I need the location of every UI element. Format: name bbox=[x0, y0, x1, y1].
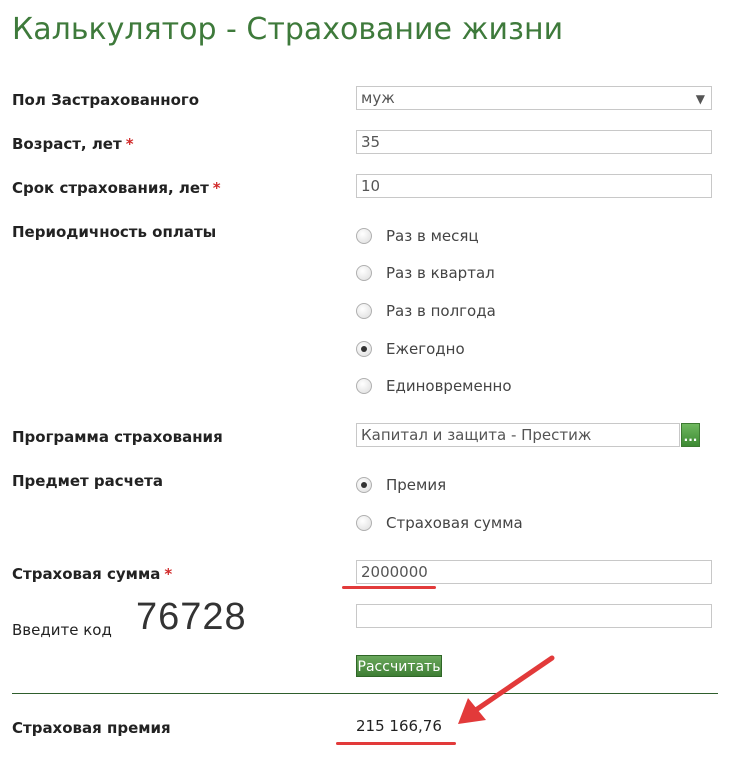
sum-insured-label-text: Страховая сумма bbox=[12, 565, 161, 583]
payment-option-label: Раз в месяц bbox=[386, 227, 479, 245]
captcha-label: Введите код bbox=[12, 621, 112, 639]
payment-option-single[interactable]: Единовременно bbox=[356, 375, 512, 397]
red-arrow-annotation-icon bbox=[458, 655, 555, 724]
calc-subject-option-label: Премия bbox=[386, 476, 447, 494]
premium-label: Страховая премия bbox=[12, 719, 171, 737]
radio-icon[interactable] bbox=[356, 303, 372, 319]
radio-checked-icon[interactable] bbox=[356, 477, 372, 493]
captcha-image: 76728 bbox=[136, 596, 247, 638]
divider bbox=[12, 693, 718, 694]
radio-checked-icon[interactable] bbox=[356, 341, 372, 357]
page-title: Калькулятор - Страхование жизни bbox=[12, 12, 564, 47]
calc-subject-option-sum[interactable]: Страховая сумма bbox=[356, 512, 523, 534]
age-label: Возраст, лет * bbox=[12, 135, 134, 153]
required-mark: * bbox=[164, 565, 173, 583]
term-label: Срок страхования, лет * bbox=[12, 179, 221, 197]
payment-option-label: Раз в квартал bbox=[386, 264, 495, 282]
payment-frequency-label: Периодичность оплаты bbox=[12, 223, 217, 241]
calculate-button[interactable]: Рассчитать bbox=[356, 655, 442, 677]
sum-insured-input[interactable]: 2000000 bbox=[356, 560, 712, 584]
program-label: Программа страхования bbox=[12, 428, 223, 446]
payment-option-label: Раз в полгода bbox=[386, 302, 496, 320]
required-mark: * bbox=[212, 179, 221, 197]
dropdown-arrow-icon: ▼ bbox=[695, 92, 705, 106]
required-mark: * bbox=[125, 135, 134, 153]
red-underline-annotation bbox=[342, 586, 436, 589]
radio-icon[interactable] bbox=[356, 228, 372, 244]
payment-option-quarterly[interactable]: Раз в квартал bbox=[356, 262, 495, 284]
radio-icon[interactable] bbox=[356, 378, 372, 394]
gender-label: Пол Застрахованного bbox=[12, 91, 200, 109]
program-input-value: Капитал и защита - Престиж bbox=[361, 426, 592, 444]
program-picker-button[interactable]: ... bbox=[681, 423, 700, 447]
payment-option-label: Единовременно bbox=[386, 377, 512, 395]
term-label-text: Срок страхования, лет bbox=[12, 179, 209, 197]
gender-select-value: муж bbox=[361, 89, 395, 107]
sum-insured-label: Страховая сумма * bbox=[12, 565, 172, 583]
payment-option-label: Ежегодно bbox=[386, 340, 465, 358]
radio-icon[interactable] bbox=[356, 515, 372, 531]
premium-value: 215 166,76 bbox=[356, 717, 442, 735]
red-underline-annotation bbox=[336, 742, 456, 745]
payment-option-semiannual[interactable]: Раз в полгода bbox=[356, 300, 496, 322]
payment-option-monthly[interactable]: Раз в месяц bbox=[356, 225, 479, 247]
calc-subject-option-label: Страховая сумма bbox=[386, 514, 523, 532]
radio-icon[interactable] bbox=[356, 265, 372, 281]
payment-option-annual[interactable]: Ежегодно bbox=[356, 338, 465, 360]
calc-subject-option-premium[interactable]: Премия bbox=[356, 474, 446, 496]
sum-insured-input-value: 2000000 bbox=[361, 563, 428, 581]
captcha-input[interactable] bbox=[356, 604, 712, 628]
age-label-text: Возраст, лет bbox=[12, 135, 122, 153]
age-input[interactable]: 35 bbox=[356, 130, 712, 154]
gender-select[interactable]: муж ▼ bbox=[356, 86, 712, 110]
term-input-value: 10 bbox=[361, 177, 381, 195]
age-input-value: 35 bbox=[361, 133, 381, 151]
program-input[interactable]: Капитал и защита - Престиж bbox=[356, 423, 680, 447]
term-input[interactable]: 10 bbox=[356, 174, 712, 198]
calc-subject-label: Предмет расчета bbox=[12, 472, 163, 490]
